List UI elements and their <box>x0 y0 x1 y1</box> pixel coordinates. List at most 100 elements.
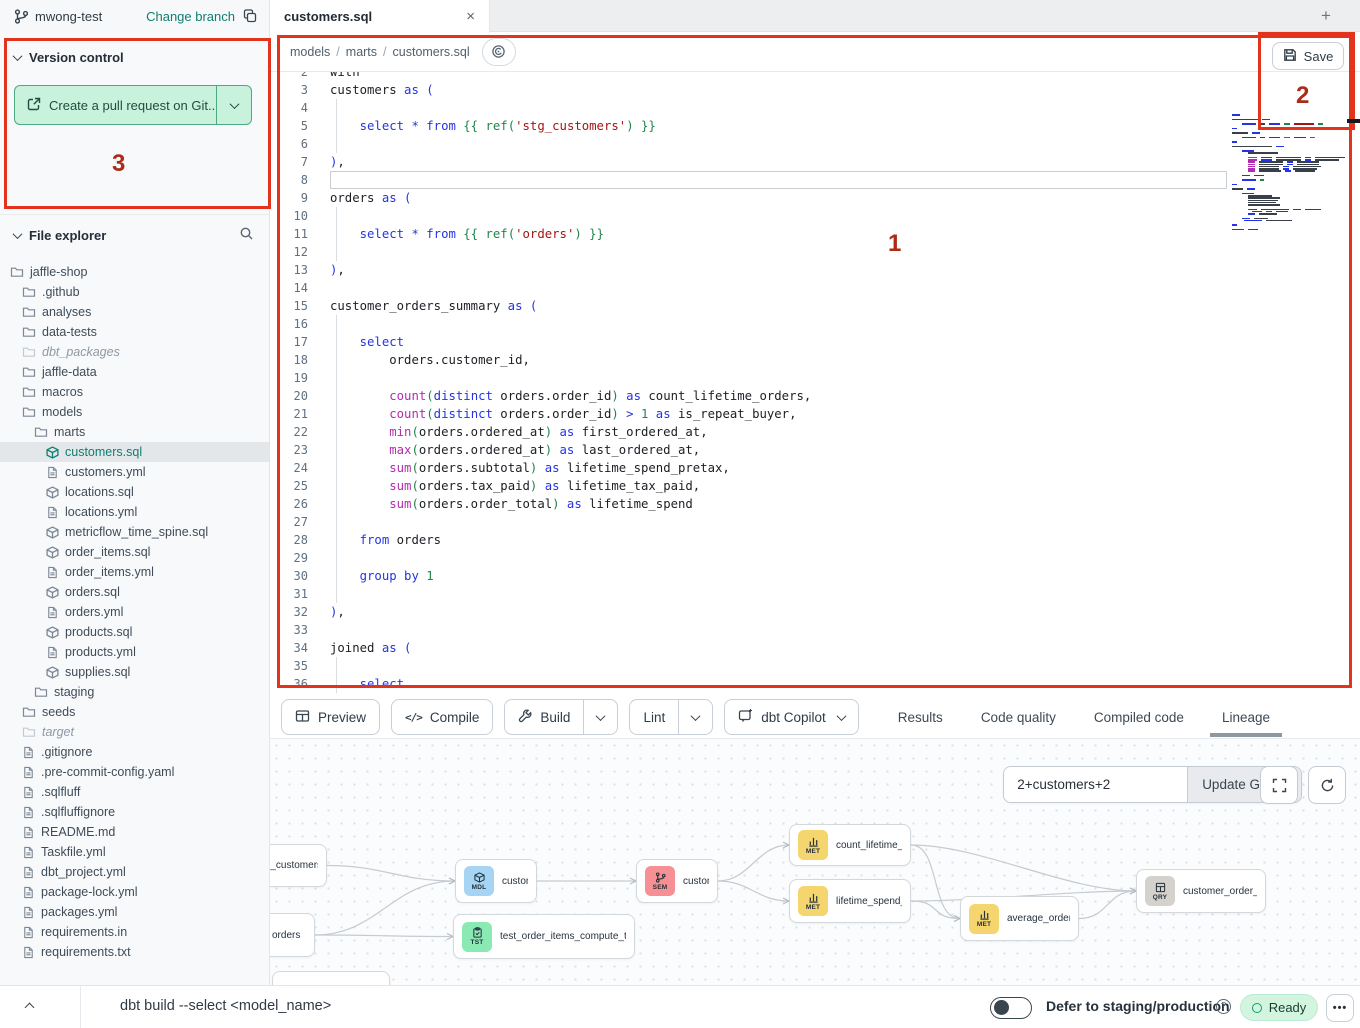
tree-item-package-lock-yml[interactable]: package-lock.yml <box>0 882 270 902</box>
code-line[interactable]: 3customers as ( <box>270 81 1360 99</box>
tree-item-orders-yml[interactable]: orders.yml <box>0 602 270 622</box>
lineage-selector-input[interactable]: 2+customers+2 <box>1004 767 1187 802</box>
code-line[interactable]: 18 orders.customer_id, <box>270 351 1360 369</box>
code-line[interactable]: 30 group by 1 <box>270 567 1360 585</box>
tree-item-dbt-project-yml[interactable]: dbt_project.yml <box>0 862 270 882</box>
tree-item-packages-yml[interactable]: packages.yml <box>0 902 270 922</box>
code-line[interactable]: 9orders as ( <box>270 189 1360 207</box>
code-line[interactable]: 10 <box>270 207 1360 225</box>
build-dropdown-button[interactable] <box>583 700 617 734</box>
defer-toggle[interactable] <box>990 997 1032 1019</box>
tree-item-readme-md[interactable]: README.md <box>0 822 270 842</box>
tree-item-requirements-txt[interactable]: requirements.txt <box>0 942 270 962</box>
copy-icon[interactable] <box>243 9 257 23</box>
search-icon[interactable] <box>239 226 254 244</box>
tree-item-jaffle-data[interactable]: jaffle-data <box>0 362 270 382</box>
lint-button[interactable]: Lint <box>629 699 713 735</box>
lineage-node-orders[interactable]: MDLorders <box>270 913 315 957</box>
code-line[interactable]: 17 select <box>270 333 1360 351</box>
code-line[interactable]: 23 max(orders.ordered_at) as last_ordere… <box>270 441 1360 459</box>
compile-button[interactable]: </> Compile <box>391 699 493 735</box>
code-line[interactable]: 4 <box>270 99 1360 117</box>
code-line[interactable]: 11 select * from {{ ref('orders') }} <box>270 225 1360 243</box>
lineage-node-count_lifetime_orders[interactable]: METcount_lifetime_orders <box>789 824 911 866</box>
tab-code-quality[interactable]: Code quality <box>981 696 1056 738</box>
tree-item-requirements-in[interactable]: requirements.in <box>0 922 270 942</box>
code-line[interactable]: 35 <box>270 657 1360 675</box>
save-button[interactable]: Save <box>1272 42 1344 70</box>
lineage-node-test_node[interactable]: TSTtest_order_items_compute_to_bools... <box>453 914 635 959</box>
refresh-button[interactable] <box>1308 766 1346 804</box>
code-line[interactable]: 22 min(orders.ordered_at) as first_order… <box>270 423 1360 441</box>
tree-item--github[interactable]: .github <box>0 282 270 302</box>
code-line[interactable]: 8 <box>270 171 1360 189</box>
cli-command[interactable]: dbt build --select <model_name> <box>120 998 331 1014</box>
code-line[interactable]: 34joined as ( <box>270 639 1360 657</box>
code-line[interactable]: 33 <box>270 621 1360 639</box>
code-line[interactable]: 25 sum(orders.tax_paid) as lifetime_tax_… <box>270 477 1360 495</box>
tree-item-data-tests[interactable]: data-tests <box>0 322 270 342</box>
tree-item-models[interactable]: models <box>0 402 270 422</box>
tree-item--pre-commit-config-yaml[interactable]: .pre-commit-config.yaml <box>0 762 270 782</box>
tree-item-customers-sql[interactable]: customers.sql <box>0 442 270 462</box>
code-line[interactable]: 15customer_orders_summary as ( <box>270 297 1360 315</box>
tab-lineage[interactable]: Lineage <box>1222 696 1270 738</box>
tree-item-macros[interactable]: macros <box>0 382 270 402</box>
code-area[interactable]: 2with3customers as (45 select * from {{ … <box>270 72 1360 696</box>
code-line[interactable]: 29 <box>270 549 1360 567</box>
code-line[interactable]: 7), <box>270 153 1360 171</box>
lineage-node-customers_sem[interactable]: SEMcustomers <box>636 859 718 903</box>
lineage-node-customers_model[interactable]: MDLcustomers <box>455 859 537 903</box>
tree-item-products-yml[interactable]: products.yml <box>0 642 270 662</box>
code-line[interactable]: 21 count(distinct orders.order_id) > 1 a… <box>270 405 1360 423</box>
tree-item-order-items-sql[interactable]: order_items.sql <box>0 542 270 562</box>
lineage-node-lifetime_spend_pretax[interactable]: METlifetime_spend_pretax <box>789 879 911 923</box>
tree-item-metricflow-time-spine-sql[interactable]: metricflow_time_spine.sql <box>0 522 270 542</box>
tree-item-marts[interactable]: marts <box>0 422 270 442</box>
tree-item-dbt-packages[interactable]: dbt_packages <box>0 342 270 362</box>
tree-item-supplies-sql[interactable]: supplies.sql <box>0 662 270 682</box>
code-line[interactable]: 12 <box>270 243 1360 261</box>
code-line[interactable]: 19 <box>270 369 1360 387</box>
tree-item-staging[interactable]: staging <box>0 682 270 702</box>
pr-dropdown-button[interactable] <box>217 86 251 124</box>
lineage-node-stg_customers[interactable]: MDLstg_customers <box>270 844 327 887</box>
preview-button[interactable]: Preview <box>281 699 380 735</box>
code-line[interactable]: 28 from orders <box>270 531 1360 549</box>
tree-item--gitignore[interactable]: .gitignore <box>0 742 270 762</box>
copilot-icon[interactable] <box>482 38 516 66</box>
dbt-copilot-button[interactable]: dbt Copilot <box>724 699 859 735</box>
tree-item-analyses[interactable]: analyses <box>0 302 270 322</box>
code-line[interactable]: 24 sum(orders.subtotal) as lifetime_spen… <box>270 459 1360 477</box>
tree-item-jaffle-shop[interactable]: jaffle-shop <box>0 262 270 282</box>
fullscreen-button[interactable] <box>1260 766 1298 804</box>
lineage-node-average_order_value[interactable]: METaverage_order_value <box>960 896 1079 941</box>
code-line[interactable]: 16 <box>270 315 1360 333</box>
editor-tab-customers-sql[interactable]: customers.sql × <box>270 0 490 33</box>
create-pr-button[interactable]: Create a pull request on Git... <box>14 85 252 125</box>
lint-dropdown-button[interactable] <box>678 700 712 734</box>
code-line[interactable]: 5 select * from {{ ref('stg_customers') … <box>270 117 1360 135</box>
tree-item-orders-sql[interactable]: orders.sql <box>0 582 270 602</box>
tree-item-locations-sql[interactable]: locations.sql <box>0 482 270 502</box>
breadcrumb-part[interactable]: customers.sql <box>393 45 470 59</box>
chevron-up-icon[interactable] <box>25 1003 35 1013</box>
lineage-node-customer_order_metrics[interactable]: QRYcustomer_order_metrics <box>1136 869 1266 913</box>
code-line[interactable]: 6 <box>270 135 1360 153</box>
change-branch-link[interactable]: Change branch <box>146 9 235 24</box>
build-button[interactable]: Build <box>504 699 618 735</box>
more-options-button[interactable]: ••• <box>1326 994 1354 1022</box>
new-tab-button[interactable]: + <box>1314 4 1338 28</box>
file-explorer-header[interactable]: File explorer <box>0 222 270 248</box>
tree-item-products-sql[interactable]: products.sql <box>0 622 270 642</box>
code-line[interactable]: 2with <box>270 72 1360 81</box>
minimap[interactable] <box>1232 114 1322 236</box>
breadcrumb-part[interactable]: models <box>290 45 330 59</box>
tree-item--sqlfluffignore[interactable]: .sqlfluffignore <box>0 802 270 822</box>
code-line[interactable]: 20 count(distinct orders.order_id) as co… <box>270 387 1360 405</box>
breadcrumb-part[interactable]: marts <box>346 45 377 59</box>
tree-item--sqlfluff[interactable]: .sqlfluff <box>0 782 270 802</box>
tree-item-taskfile-yml[interactable]: Taskfile.yml <box>0 842 270 862</box>
code-line[interactable]: 32), <box>270 603 1360 621</box>
lineage-node-clipped_node[interactable] <box>272 971 390 985</box>
